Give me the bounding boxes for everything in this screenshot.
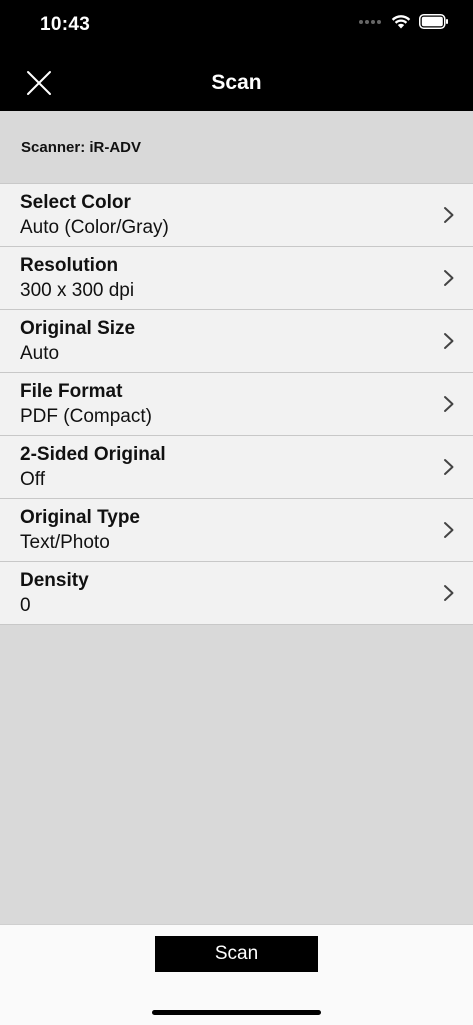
setting-value: Auto: [20, 343, 60, 364]
setting-title: Density: [20, 570, 89, 591]
setting-value: 0: [20, 595, 31, 616]
setting-title: Resolution: [20, 255, 119, 276]
scanner-header: Scanner: iR-ADV: [0, 111, 473, 184]
settings-list: Select Color Auto (Color/Gray) Resolutio…: [0, 184, 473, 625]
setting-title: 2-Sided Original: [20, 444, 166, 465]
status-time: 10:43: [40, 14, 91, 35]
wifi-icon: [391, 15, 411, 29]
setting-value: Off: [20, 469, 45, 490]
chevron-right-icon: [444, 396, 454, 412]
home-indicator: [152, 1010, 321, 1015]
setting-row-2-sided-original[interactable]: 2-Sided Original Off: [0, 436, 473, 499]
chevron-right-icon: [444, 585, 454, 601]
setting-row-original-type[interactable]: Original Type Text/Photo: [0, 499, 473, 562]
setting-value: PDF (Compact): [20, 406, 152, 427]
chevron-right-icon: [444, 522, 454, 538]
setting-title: Original Type: [20, 507, 141, 528]
setting-title: Select Color: [20, 192, 131, 213]
setting-row-resolution[interactable]: Resolution 300 x 300 dpi: [0, 247, 473, 310]
top-bar: 10:43 Scan: [0, 0, 473, 111]
bottom-bar: Scan: [0, 924, 473, 1025]
setting-row-original-size[interactable]: Original Size Auto: [0, 310, 473, 373]
cellular-signal-icon: [359, 19, 381, 24]
chevron-right-icon: [444, 270, 454, 286]
chevron-right-icon: [444, 333, 454, 349]
setting-value: Auto (Color/Gray): [20, 217, 169, 238]
setting-row-file-format[interactable]: File Format PDF (Compact): [0, 373, 473, 436]
setting-title: File Format: [20, 381, 123, 402]
scan-button[interactable]: Scan: [155, 936, 318, 972]
chevron-right-icon: [444, 207, 454, 223]
setting-value: 300 x 300 dpi: [20, 280, 135, 301]
battery-icon: [419, 14, 448, 29]
page-title: Scan: [211, 71, 262, 94]
setting-value: Text/Photo: [20, 532, 110, 553]
chevron-right-icon: [444, 459, 454, 475]
status-icons: [359, 14, 449, 29]
setting-title: Original Size: [20, 318, 136, 339]
setting-row-density[interactable]: Density 0: [0, 562, 473, 625]
scanner-name: Scanner: iR-ADV: [21, 139, 142, 156]
setting-row-select-color[interactable]: Select Color Auto (Color/Gray): [0, 184, 473, 247]
